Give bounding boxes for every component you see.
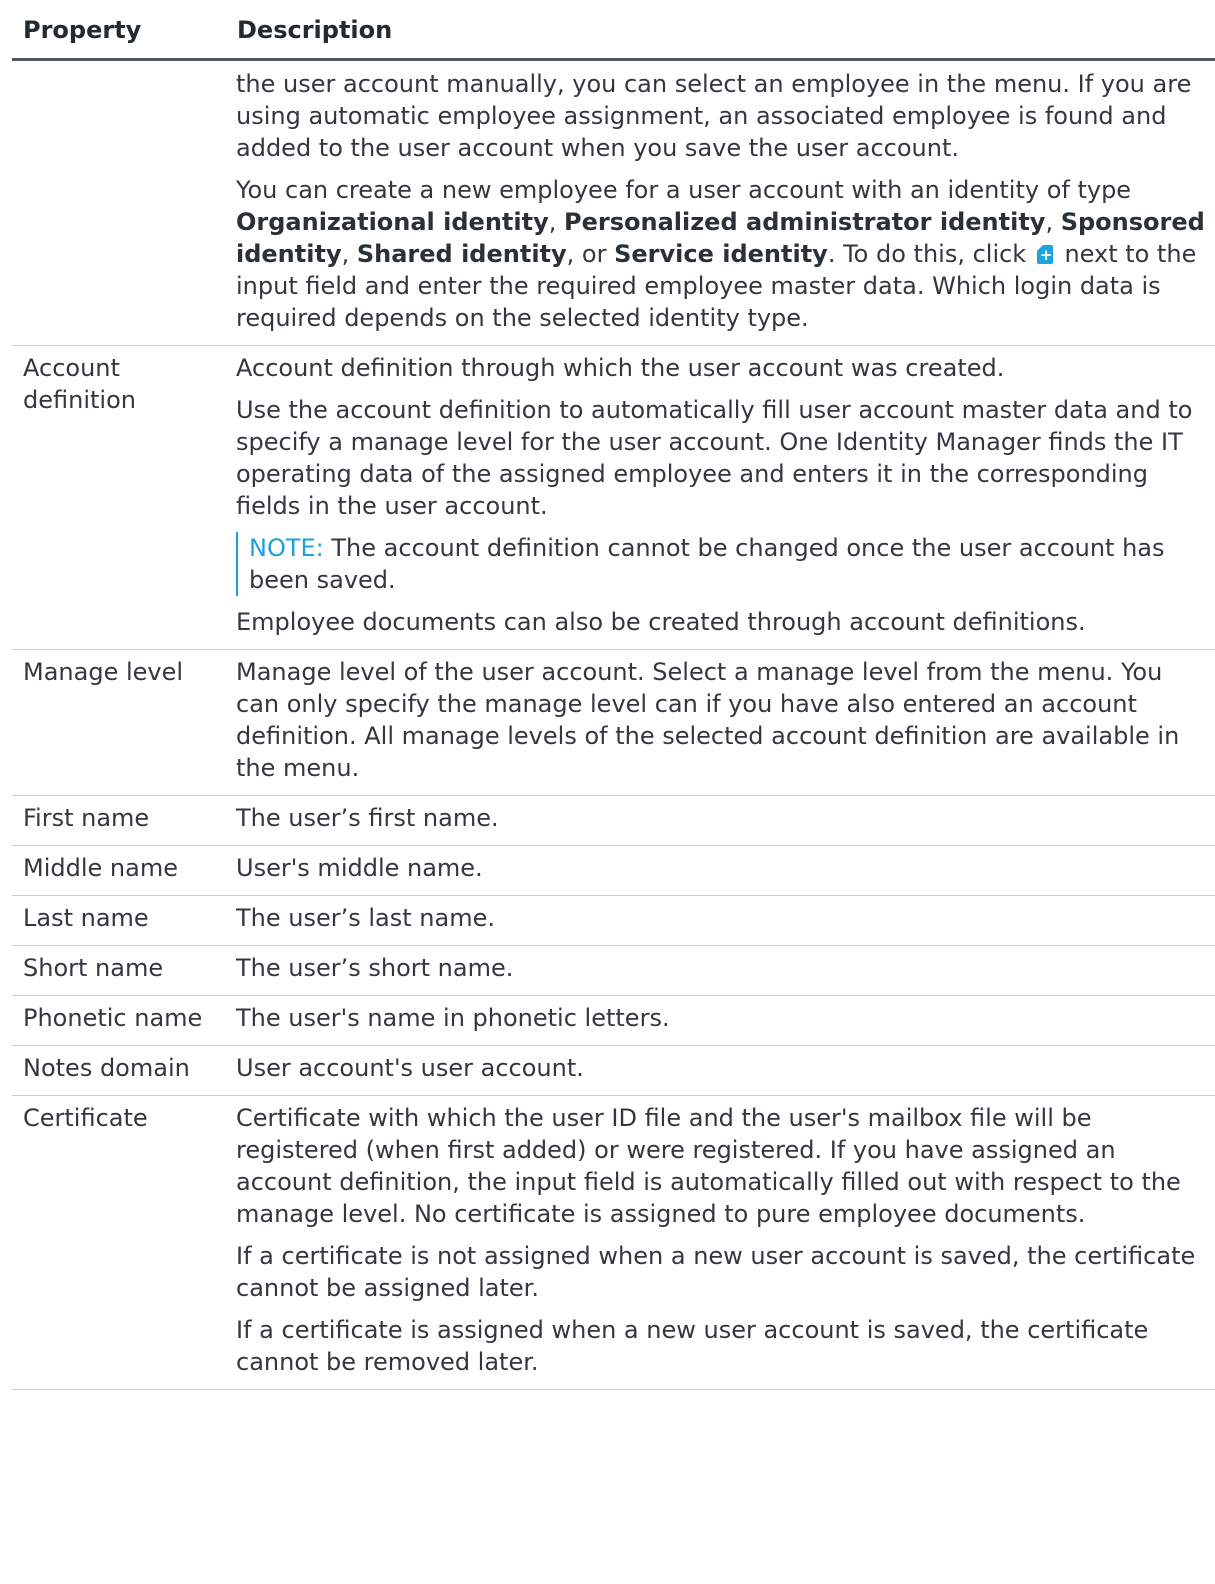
add-document-icon: + [1036, 245, 1053, 264]
property-cell [12, 59, 224, 346]
description-paragraph: The user’s first name. [236, 804, 499, 832]
description-cell: User's middle name. [224, 845, 1215, 896]
table-row: First name The user’s first name. [12, 795, 1215, 846]
description-cell: Account definition through which the use… [224, 345, 1215, 650]
description-cell: The user’s last name. [224, 895, 1215, 946]
property-cell: Short name [12, 945, 224, 996]
description-cell: The user’s short name. [224, 945, 1215, 996]
property-cell: First name [12, 795, 224, 846]
note-box: NOTE: The account definition cannot be c… [236, 532, 1207, 596]
description-cell: Certificate with which the user ID file … [224, 1095, 1215, 1390]
property-table: Property Description the user account ma… [12, 0, 1215, 1390]
property-cell: Account definition [12, 345, 224, 650]
description-paragraph: Manage level of the user account. Select… [236, 658, 1180, 782]
create-employee-paragraph: You can create a new employee for a user… [236, 176, 1205, 332]
description-paragraph: If a certificate is not assigned when a … [236, 1242, 1196, 1302]
table-header-row: Property Description [12, 0, 1215, 61]
table-row: Manage level Manage level of the user ac… [12, 649, 1215, 796]
table-row: Last name The user’s last name. [12, 895, 1215, 946]
description-cell: User account's user account. [224, 1045, 1215, 1096]
description-paragraph: User's middle name. [236, 854, 483, 882]
description-paragraph: Employee documents can also be created t… [236, 608, 1086, 636]
description-paragraph: User account's user account. [236, 1054, 584, 1082]
table-row: Certificate Certificate with which the u… [12, 1095, 1215, 1390]
description-cell: the user account manually, you can selec… [224, 59, 1215, 346]
description-paragraph: The user’s last name. [236, 904, 495, 932]
table-row: Notes domain User account's user account… [12, 1045, 1215, 1096]
description-paragraph: the user account manually, you can selec… [236, 70, 1192, 162]
note-text: The account definition cannot be changed… [249, 534, 1165, 594]
header-description: Description [224, 0, 1215, 61]
note-label: NOTE: [249, 534, 324, 562]
property-cell: Last name [12, 895, 224, 946]
property-cell: Certificate [12, 1095, 224, 1390]
table-row: Short name The user’s short name. [12, 945, 1215, 996]
description-paragraph: The user's name in phonetic letters. [236, 1004, 670, 1032]
property-cell: Middle name [12, 845, 224, 896]
description-paragraph: Certificate with which the user ID file … [236, 1104, 1181, 1228]
property-cell: Phonetic name [12, 995, 224, 1046]
property-cell: Notes domain [12, 1045, 224, 1096]
table-row: Phonetic name The user's name in phoneti… [12, 995, 1215, 1046]
description-paragraph: The user’s short name. [236, 954, 514, 982]
header-property: Property [12, 0, 224, 61]
description-paragraph: If a certificate is assigned when a new … [236, 1316, 1149, 1376]
description-paragraph: Use the account definition to automatica… [236, 396, 1193, 520]
description-cell: The user's name in phonetic letters. [224, 995, 1215, 1046]
description-cell: The user’s first name. [224, 795, 1215, 846]
table-row: Account definition Account definition th… [12, 345, 1215, 650]
description-cell: Manage level of the user account. Select… [224, 649, 1215, 796]
property-cell: Manage level [12, 649, 224, 796]
document-page: Property Description the user account ma… [12, 0, 1215, 1390]
table-row: the user account manually, you can selec… [12, 59, 1215, 346]
description-paragraph: Account definition through which the use… [236, 354, 1005, 382]
table-row: Middle name User's middle name. [12, 845, 1215, 896]
